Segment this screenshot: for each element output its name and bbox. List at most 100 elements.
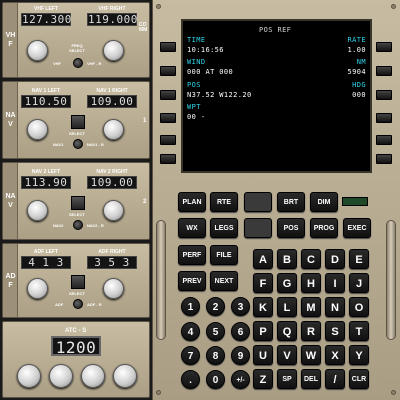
- key-3[interactable]: 3: [231, 297, 250, 316]
- cdu-screw: [156, 390, 161, 395]
- file-key[interactable]: FILE: [210, 245, 238, 265]
- nav2-toggle[interactable]: [73, 220, 83, 230]
- key-del[interactable]: DEL: [301, 369, 321, 389]
- key-m[interactable]: M: [301, 297, 321, 317]
- wx-key[interactable]: WX: [178, 218, 206, 238]
- atc-knob-4[interactable]: [113, 364, 137, 388]
- atc-knob-1[interactable]: [17, 364, 41, 388]
- key-l[interactable]: L: [277, 297, 297, 317]
- pos-key[interactable]: POS: [277, 218, 305, 238]
- prog-key[interactable]: PROG: [310, 218, 338, 238]
- key-j[interactable]: J: [349, 273, 369, 293]
- lsk-left-3[interactable]: [160, 90, 176, 100]
- key-slash[interactable]: /: [325, 369, 345, 389]
- key-9[interactable]: 9: [231, 346, 250, 365]
- rte-key[interactable]: RTE: [210, 192, 238, 212]
- screen-title: POS REF: [259, 26, 292, 34]
- adf-left-frequency: 4 1 3: [21, 256, 71, 269]
- nav2-right-tuning-knob[interactable]: [103, 200, 124, 221]
- lsk-left-1[interactable]: [160, 42, 176, 52]
- lsk-right-5[interactable]: [376, 135, 392, 145]
- adf-right-tuning-knob[interactable]: [103, 278, 124, 299]
- key-n[interactable]: N: [325, 297, 345, 317]
- cdu-right-rail: [386, 220, 396, 340]
- legs-key[interactable]: LEGS: [210, 218, 238, 238]
- lsk-right-6[interactable]: [376, 154, 392, 164]
- key-b[interactable]: B: [277, 249, 297, 269]
- key-g[interactable]: G: [277, 273, 297, 293]
- blank-key-2[interactable]: [244, 218, 272, 238]
- adf-select-button[interactable]: [71, 275, 85, 289]
- key-4[interactable]: 4: [181, 322, 200, 341]
- key-plus-minus[interactable]: +/-: [231, 370, 250, 389]
- nav2-select-button[interactable]: [71, 196, 85, 210]
- hdg-label: HDG: [352, 81, 366, 89]
- key-e[interactable]: E: [349, 249, 369, 269]
- key-s[interactable]: S: [325, 321, 345, 341]
- adf-left-tuning-knob[interactable]: [27, 278, 48, 299]
- nav2-right-frequency: 109.00: [87, 176, 137, 189]
- key-2[interactable]: 2: [206, 297, 225, 316]
- next-key[interactable]: NEXT: [210, 271, 238, 291]
- lsk-right-2[interactable]: [376, 66, 392, 76]
- nav2-left-tuning-knob[interactable]: [27, 200, 48, 221]
- adf-side-label: ADF: [3, 244, 18, 317]
- perf-key[interactable]: PERF: [178, 245, 206, 265]
- lsk-left-5[interactable]: [160, 135, 176, 145]
- lsk-right-3[interactable]: [376, 90, 392, 100]
- lsk-left-2[interactable]: [160, 66, 176, 76]
- key-r[interactable]: R: [301, 321, 321, 341]
- key-v[interactable]: V: [277, 345, 297, 365]
- dim-key[interactable]: DIM: [310, 192, 338, 212]
- exec-key[interactable]: EXEC: [343, 218, 371, 238]
- hdg-value: 000: [352, 91, 366, 99]
- prev-key[interactable]: PREV: [178, 271, 206, 291]
- adf-toggle[interactable]: [73, 299, 83, 309]
- key-a[interactable]: A: [253, 249, 273, 269]
- key-0[interactable]: 0: [206, 370, 225, 389]
- nav1-right-frequency: 109.00: [87, 95, 137, 108]
- lsk-left-6[interactable]: [160, 154, 176, 164]
- lsk-right-4[interactable]: [376, 113, 392, 123]
- brt-key[interactable]: BRT: [277, 192, 305, 212]
- key-sp[interactable]: SP: [277, 369, 297, 389]
- key-t[interactable]: T: [349, 321, 369, 341]
- nav1-right-tuning-knob[interactable]: [103, 119, 124, 140]
- key-p[interactable]: P: [253, 321, 273, 341]
- key-w[interactable]: W: [301, 345, 321, 365]
- key-d[interactable]: D: [325, 249, 345, 269]
- key-7[interactable]: 7: [181, 346, 200, 365]
- key-x[interactable]: X: [325, 345, 345, 365]
- key-z[interactable]: Z: [253, 369, 273, 389]
- key-5[interactable]: 5: [206, 322, 225, 341]
- key-k[interactable]: K: [253, 297, 273, 317]
- key-c[interactable]: C: [301, 249, 321, 269]
- key-dot[interactable]: .: [181, 370, 200, 389]
- atc-knob-3[interactable]: [81, 364, 105, 388]
- lsk-right-1[interactable]: [376, 42, 392, 52]
- nav1-select-button[interactable]: [71, 115, 85, 129]
- key-y[interactable]: Y: [349, 345, 369, 365]
- vhf-freq-select-toggle[interactable]: [73, 58, 83, 68]
- key-f[interactable]: F: [253, 273, 273, 293]
- key-o[interactable]: O: [349, 297, 369, 317]
- key-6[interactable]: 6: [231, 322, 250, 341]
- blank-key-1[interactable]: [244, 192, 272, 212]
- key-i[interactable]: I: [325, 273, 345, 293]
- nav1-toggle[interactable]: [73, 139, 83, 149]
- vhf-right-tuning-knob[interactable]: [103, 40, 124, 61]
- lsk-left-4[interactable]: [160, 113, 176, 123]
- key-h[interactable]: H: [301, 273, 321, 293]
- nm-label: NM: [356, 58, 366, 66]
- key-q[interactable]: Q: [277, 321, 297, 341]
- key-u[interactable]: U: [253, 345, 273, 365]
- adf-panel: ADF ADF LEFT ADF RIGHT 4 1 3 3 5 3 SELEC…: [2, 243, 150, 318]
- plan-key[interactable]: PLAN: [178, 192, 206, 212]
- nav1-left-tuning-knob[interactable]: [27, 119, 48, 140]
- key-clr[interactable]: CLR: [349, 369, 369, 389]
- key-1[interactable]: 1: [181, 297, 200, 316]
- vhf-left-tuning-knob[interactable]: [27, 40, 48, 61]
- atc-knob-2[interactable]: [49, 364, 73, 388]
- key-8[interactable]: 8: [206, 346, 225, 365]
- exec-light: [342, 197, 368, 206]
